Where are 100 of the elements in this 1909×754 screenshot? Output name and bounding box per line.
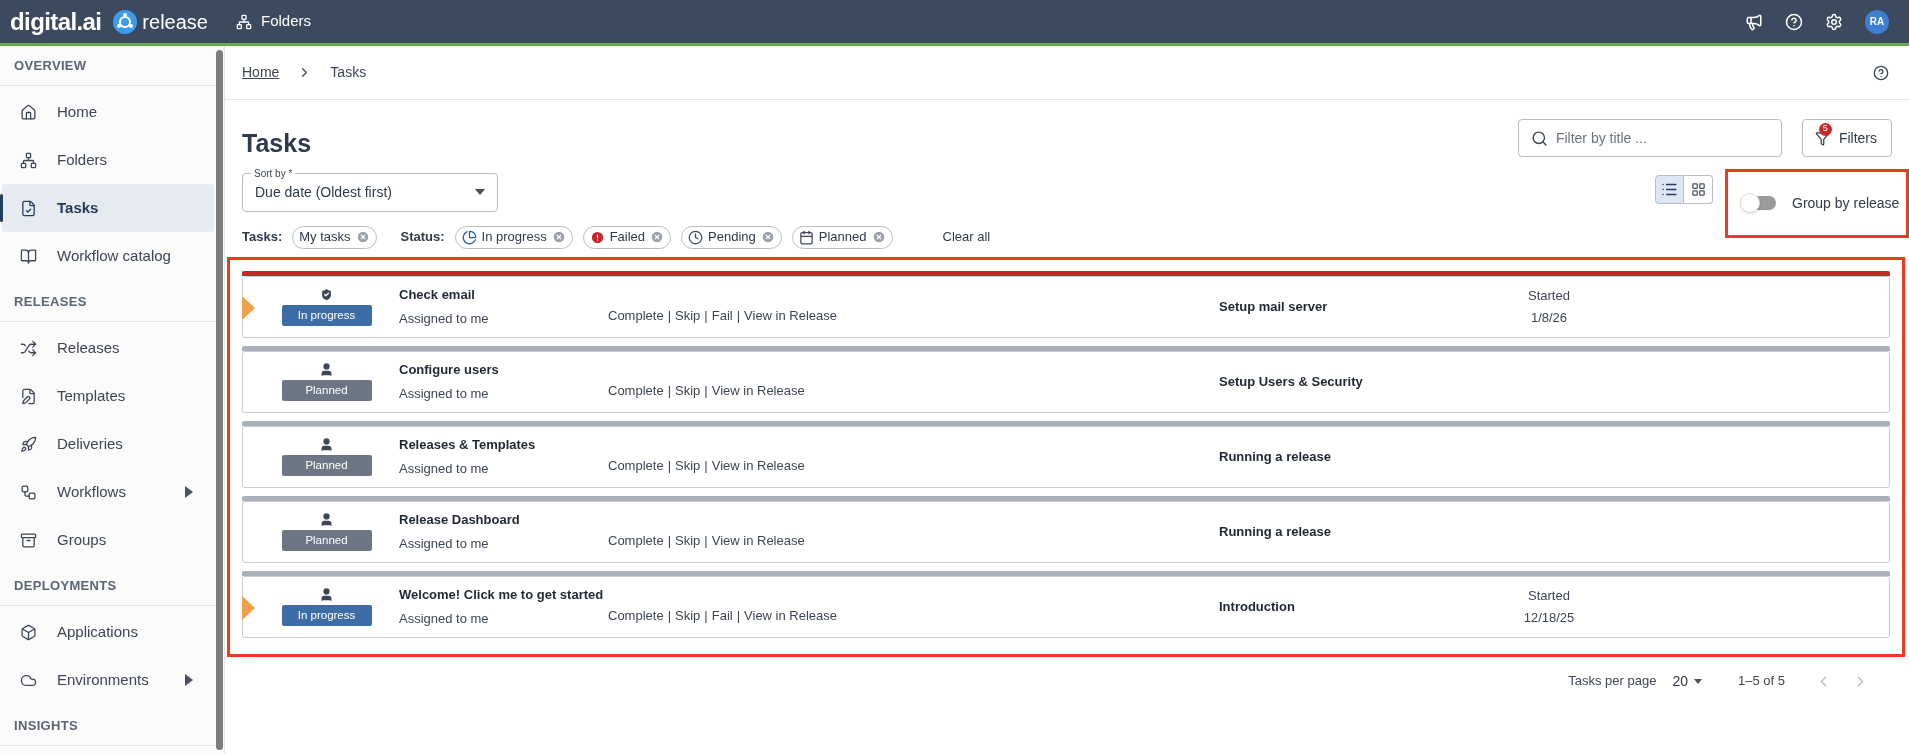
sidebar-item[interactable]: Releases xyxy=(2,324,214,372)
status-badge: In progress xyxy=(281,604,372,627)
clear-all-link[interactable]: Clear all xyxy=(942,227,991,247)
file-pen-icon xyxy=(20,387,37,405)
sidebar-item[interactable]: Folders xyxy=(2,136,214,184)
separator: | xyxy=(736,606,741,625)
action-link[interactable]: Complete xyxy=(608,530,664,551)
sidebar-item[interactable]: Environments xyxy=(2,656,214,704)
action-link[interactable]: Skip xyxy=(675,605,701,626)
progress-icon xyxy=(461,229,477,245)
list-view-button[interactable] xyxy=(1655,174,1684,204)
action-link[interactable]: Fail xyxy=(711,605,733,626)
product-name[interactable]: release xyxy=(142,6,208,37)
separator: | xyxy=(704,531,708,550)
status-badge: In progress xyxy=(281,304,372,327)
selection-indicator xyxy=(0,194,3,222)
per-page-label: Tasks per page xyxy=(1568,672,1657,691)
sidebar-item[interactable]: Tasks xyxy=(2,184,214,232)
user-avatar[interactable]: RA xyxy=(1865,9,1889,34)
section-heading: OVERVIEW xyxy=(14,56,87,75)
remove-icon[interactable] xyxy=(871,230,886,244)
grid-view-button[interactable] xyxy=(1684,174,1713,204)
task-title[interactable]: Check email xyxy=(399,285,608,305)
remove-icon[interactable] xyxy=(760,230,775,244)
sidebar-item[interactable]: Deliveries xyxy=(2,420,214,468)
separator: | xyxy=(667,306,672,325)
assignee: Assigned to me xyxy=(399,309,490,328)
action-link[interactable]: Skip xyxy=(675,530,701,551)
action-link[interactable]: Skip xyxy=(675,455,701,476)
help-icon[interactable] xyxy=(1873,64,1889,81)
toggle-switch[interactable] xyxy=(1742,196,1776,210)
sidebar-item[interactable]: Workflow catalog xyxy=(2,232,214,280)
calendar-icon xyxy=(798,229,814,245)
scrollbar[interactable] xyxy=(216,50,223,750)
page-range: 1–5 of 5 xyxy=(1738,672,1785,691)
sidebar-item[interactable]: Home xyxy=(2,88,214,136)
task-title[interactable]: Configure users xyxy=(399,360,608,380)
assignee: Assigned to me xyxy=(399,459,490,478)
dropdown-caret-icon xyxy=(475,189,485,195)
separator: | xyxy=(667,606,672,625)
search-field[interactable]: Filter by title ... xyxy=(1517,119,1782,157)
breadcrumb-link[interactable]: Folders xyxy=(260,10,311,33)
parent-release[interactable]: Running a release xyxy=(1219,446,1331,467)
task-title[interactable]: Release Dashboard xyxy=(399,510,608,530)
breadcrumb-current: Tasks xyxy=(330,63,367,82)
action-link[interactable]: Complete xyxy=(608,380,664,401)
sidebar-item[interactable]: Applications xyxy=(2,608,214,656)
grid-icon xyxy=(1690,181,1706,197)
status-badge: Planned xyxy=(281,529,372,552)
per-page-select[interactable]: 20 xyxy=(1672,670,1702,692)
action-link[interactable]: Complete xyxy=(608,455,664,476)
separator: | xyxy=(667,531,672,550)
logo[interactable]: digital.ai xyxy=(10,3,102,40)
action-link[interactable]: Skip xyxy=(675,305,701,326)
filters-button[interactable]: 5 Filters xyxy=(1801,119,1892,157)
archive-icon xyxy=(20,531,37,549)
action-link[interactable]: View in Release xyxy=(711,380,805,401)
status-badge: Planned xyxy=(281,454,372,477)
parent-release[interactable]: Setup Users & Security xyxy=(1219,371,1363,392)
sidebar-item[interactable]: Groups xyxy=(2,516,214,564)
toggle-label: Group by release xyxy=(1792,193,1900,213)
action-link[interactable]: View in Release xyxy=(744,305,838,326)
task-title[interactable]: Releases & Templates xyxy=(399,435,608,455)
section-heading: DEPLOYMENTS xyxy=(14,576,117,595)
sidebar-item[interactable]: Workflows xyxy=(2,468,214,516)
section-heading: INSIGHTS xyxy=(14,716,78,735)
action-link[interactable]: View in Release xyxy=(711,455,805,476)
assignee: Assigned to me xyxy=(399,609,490,628)
breadcrumb-link[interactable]: Home xyxy=(242,62,280,83)
home-icon xyxy=(20,103,37,121)
started-label: Started xyxy=(1528,286,1570,305)
sidebar-item[interactable]: Templates xyxy=(2,372,214,420)
rocket-icon xyxy=(20,435,37,453)
remove-icon[interactable] xyxy=(551,230,566,244)
search-input[interactable]: Filter by title ... xyxy=(1555,127,1769,149)
started-date: 12/18/25 xyxy=(1523,609,1575,627)
megaphone-icon[interactable] xyxy=(1745,12,1763,31)
parent-release[interactable]: Setup mail server xyxy=(1219,296,1328,317)
hierarchy-icon xyxy=(20,151,37,169)
alert-icon xyxy=(589,229,605,245)
parent-release[interactable]: Running a release xyxy=(1219,521,1331,542)
product-logo-icon xyxy=(113,9,138,34)
action-link[interactable]: View in Release xyxy=(711,530,805,551)
action-link[interactable]: Fail xyxy=(711,305,733,326)
action-link[interactable]: View in Release xyxy=(744,605,838,626)
action-link[interactable]: Skip xyxy=(675,380,701,401)
task-title[interactable]: Welcome! Click me to get started xyxy=(399,585,608,605)
action-link[interactable]: Complete xyxy=(608,605,664,626)
section-heading: RELEASES xyxy=(14,292,87,311)
started-date: 1/8/26 xyxy=(1530,309,1568,327)
separator: | xyxy=(704,381,708,400)
count-badge: 5 xyxy=(1818,122,1832,136)
page-title: Tasks xyxy=(242,128,312,159)
remove-icon[interactable] xyxy=(355,230,370,244)
remove-icon[interactable] xyxy=(650,230,665,244)
action-link[interactable]: Complete xyxy=(608,305,664,326)
parent-release[interactable]: Introduction xyxy=(1219,596,1295,617)
dropdown-caret-icon xyxy=(1694,678,1702,684)
separator: | xyxy=(736,306,741,325)
settings-icon[interactable] xyxy=(1825,12,1843,31)
